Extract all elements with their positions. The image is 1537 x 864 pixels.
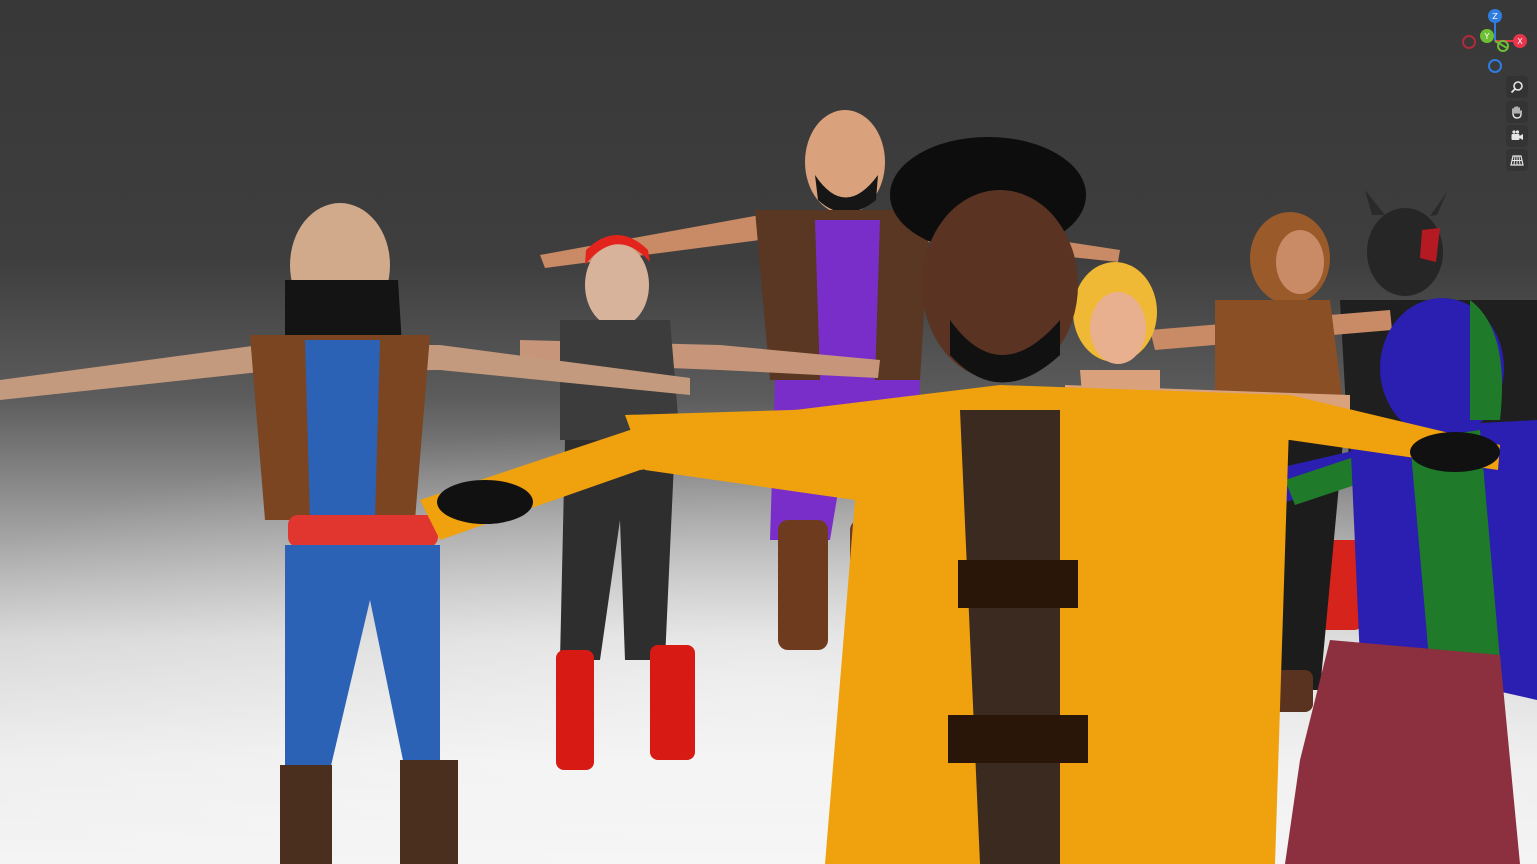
camera-button[interactable] xyxy=(1506,125,1528,147)
magnifier-icon xyxy=(1510,81,1523,94)
hand-icon xyxy=(1512,106,1522,119)
pan-button[interactable] xyxy=(1506,101,1528,123)
gizmo-neg-x[interactable] xyxy=(1462,35,1476,49)
gizmo-neg-z[interactable] xyxy=(1488,59,1502,73)
zoom-button[interactable] xyxy=(1506,76,1528,98)
camera-icon xyxy=(1511,130,1523,140)
gizmo-x-label: X xyxy=(1517,37,1523,46)
navigation-gizmo[interactable]: Z Y X xyxy=(1455,6,1535,76)
perspective-button[interactable] xyxy=(1506,149,1528,171)
scene-render[interactable] xyxy=(0,0,1537,864)
3d-viewport[interactable]: Z Y X xyxy=(0,0,1537,864)
gizmo-y-label: Y xyxy=(1484,32,1490,41)
gizmo-z-label: Z xyxy=(1492,12,1498,21)
grid-icon xyxy=(1510,155,1524,166)
